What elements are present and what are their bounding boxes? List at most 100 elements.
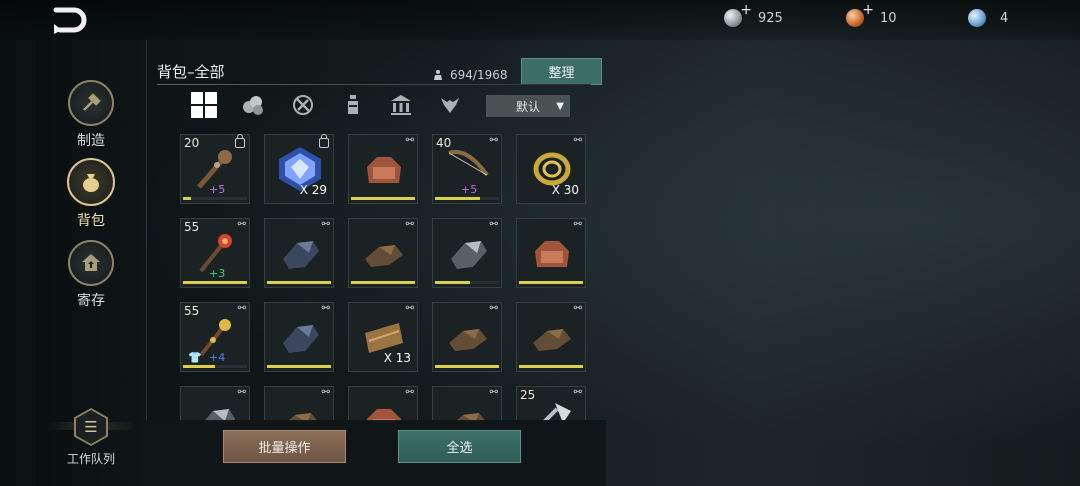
inventory-slot[interactable]: ⚯ [516,218,586,288]
link-icon: ⚯ [405,219,414,230]
tab-buildings[interactable] [386,90,416,120]
silver-coin-icon: + [724,2,752,27]
durability-bar [435,281,499,284]
bronze-amount: 10 [880,10,897,26]
inventory-slot[interactable]: ⚯ [180,386,250,422]
divider [157,84,591,85]
sidebar-item-craft[interactable]: 制造 [36,80,146,150]
leather-gauntlet-icon [365,245,403,267]
inventory-slot[interactable]: X 29 [264,134,334,204]
inventory-slot[interactable]: 25 ⚯ [516,386,586,422]
inventory-slot[interactable]: ⚯ [348,134,418,204]
durability-bar [351,197,415,200]
durability-bar [435,365,499,368]
leather-gauntlet-icon [286,413,319,422]
blue-orb-icon [968,9,986,27]
tab-tools[interactable] [288,90,318,120]
item-level: 25 [520,388,536,402]
durability-bar [435,197,499,200]
inventory-grid[interactable]: 20 +5 X 29 ⚯ 40 ⚯ +5 ⚯ X 30 55 ⚯ +3 ⚯ ⚯ ⚯ ⚯ 55 ⚯ 👕 +4 ⚯ ⚯ X 13… [170,126,600,422]
creature-icon [441,98,459,113]
inventory-slot[interactable]: 40 ⚯ +5 [432,134,502,204]
inventory-slot[interactable]: ⚯ [264,386,334,422]
work-queue-button[interactable]: ☰ 工作队列 [36,408,146,467]
queue-icon: ☰ [74,408,108,446]
durability-bar [267,281,331,284]
leather-armor-icon [367,409,401,422]
link-icon: ⚯ [573,303,582,314]
durability-bar [183,197,247,200]
link-icon: ⚯ [405,135,414,146]
sidebar-item-label: 背包 [77,213,105,229]
sidebar-item-storage[interactable]: 寄存 [36,240,146,310]
blue-gauntlet-icon [283,325,319,353]
tab-resources[interactable] [238,90,268,120]
durability-fill [435,365,499,368]
resources-icon [243,96,263,115]
inventory-slot[interactable]: ⚯ [516,302,586,372]
enhancement-level: +5 [209,183,226,196]
work-queue-label: 工作队列 [66,452,115,466]
inventory-slot[interactable]: ⚯ [348,386,418,422]
durability-fill [183,281,247,284]
enhancement-level: +4 [209,351,226,364]
durability-fill [519,281,583,284]
durability-fill [435,197,480,200]
tab-consumables[interactable] [338,90,368,120]
silver-currency[interactable]: + 925 [724,2,783,27]
link-icon: ⚯ [573,135,582,146]
inventory-slot[interactable]: ⚯ X 13 [348,302,418,372]
link-icon: ⚯ [405,303,414,314]
enhancement-level: +3 [209,267,226,280]
filter-dropdown[interactable]: 默认 ▼ [486,95,570,117]
bronze-currency[interactable]: + 10 [846,2,897,27]
sidebar-item-backpack[interactable]: 背包 [36,158,146,230]
inventory-slot[interactable]: 20 +5 [180,134,250,204]
durability-bar [183,365,247,368]
inventory-slot[interactable]: ⚯ [264,302,334,372]
durability-bar [267,365,331,368]
weight-icon [434,70,442,80]
inventory-slot[interactable]: ⚯ [432,386,502,422]
durability-bar [519,281,583,284]
hammer-icon [68,80,114,126]
tools-icon [293,95,313,115]
chevron-down-icon: ▼ [556,101,564,112]
durability-fill [183,197,191,200]
durability-fill [435,281,471,284]
sort-button[interactable]: 整理 [521,58,602,85]
item-quantity: X 13 [383,351,411,365]
lock-icon [319,134,329,148]
link-icon: ⚯ [489,135,498,146]
bronze-coin-icon: + [846,2,874,27]
item-level: 55 [184,220,200,234]
lock-icon [235,134,245,148]
inventory-slot[interactable]: 55 ⚯ +3 [180,218,250,288]
inventory-slot[interactable]: ⚯ X 30 [516,134,586,204]
leather-armor-icon [535,241,569,267]
inventory-slot[interactable]: ⚯ [264,218,334,288]
link-icon: ⚯ [405,387,414,398]
link-icon: ⚯ [321,303,330,314]
armor-set-icon: 👕 [188,351,202,364]
select-all-button[interactable]: 全选 [398,430,521,463]
filter-dropdown-value: 默认 [515,99,540,114]
batch-operation-button[interactable]: 批量操作 [223,430,346,463]
steel-gauntlet-icon [203,409,235,422]
link-icon: ⚯ [321,387,330,398]
durability-bar [183,281,247,284]
page-title: 背包–全部 [157,63,225,81]
inventory-slot[interactable]: ⚯ [348,218,418,288]
back-button[interactable] [50,6,90,34]
tab-creatures[interactable] [435,90,465,120]
bag-icon [67,158,115,206]
durability-bar [351,281,415,284]
inventory-slot[interactable]: ⚯ [432,302,502,372]
link-icon: ⚯ [573,387,582,398]
tab-all[interactable] [189,90,219,120]
building-icon [391,95,411,115]
inventory-slot[interactable]: ⚯ [432,218,502,288]
leather-gauntlet-icon [454,413,487,422]
inventory-slot[interactable]: 55 ⚯ 👕 +4 [180,302,250,372]
link-icon: ⚯ [237,303,246,314]
